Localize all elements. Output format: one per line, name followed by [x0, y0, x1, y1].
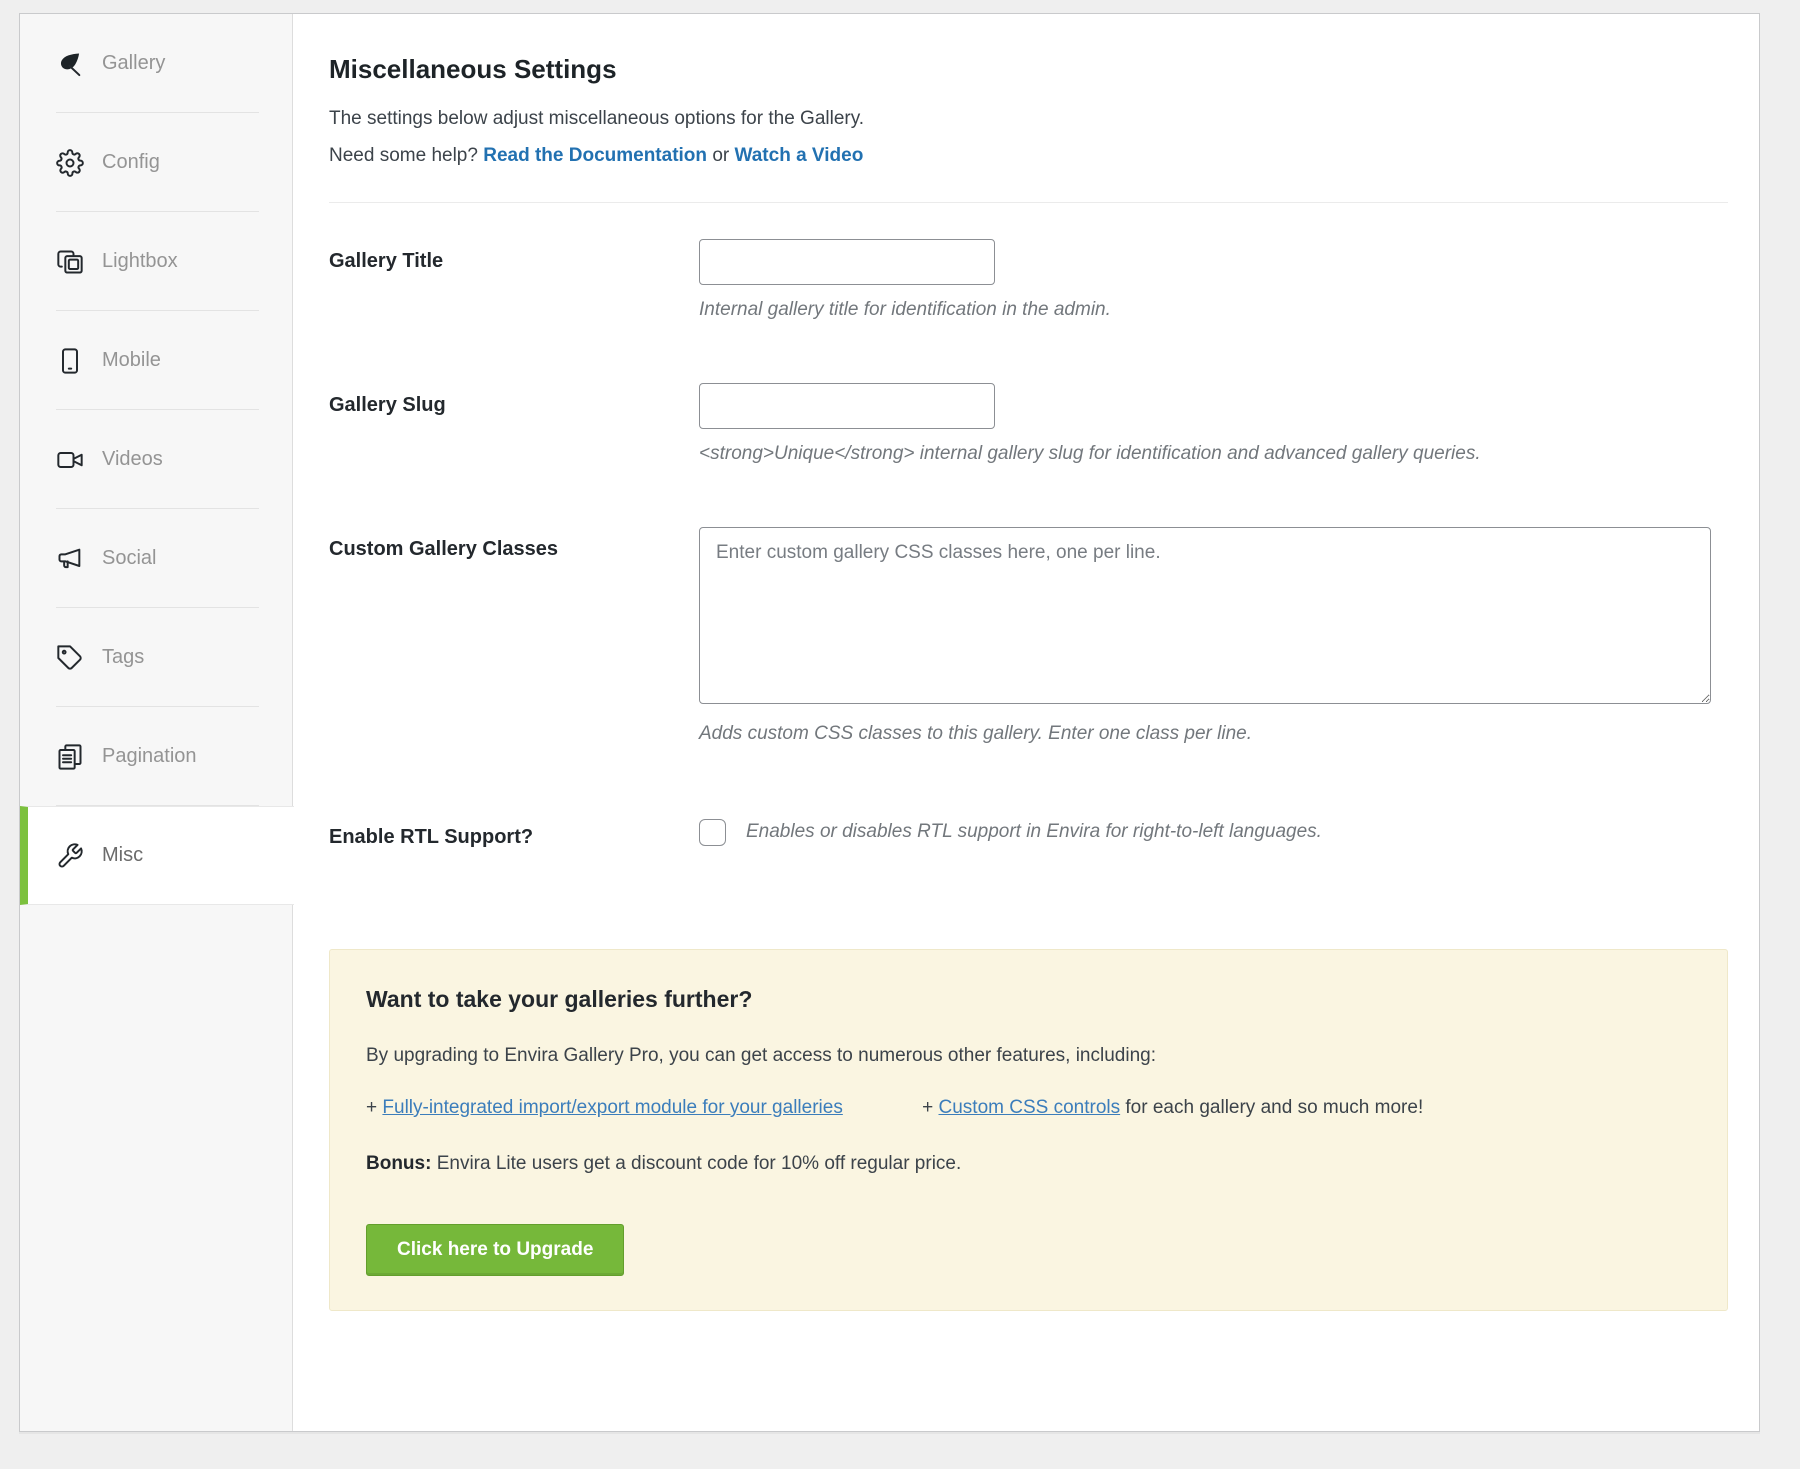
feature-import-export: + Fully-integrated import/export module … [366, 1097, 843, 1118]
sidebar-item-config[interactable]: Config [20, 113, 292, 212]
wrench-icon [56, 842, 84, 870]
leaf-icon [56, 50, 84, 78]
gallery-slug-label: Gallery Slug [329, 383, 699, 465]
video-icon [56, 446, 84, 474]
sidebar-item-label: Social [102, 547, 156, 570]
gallery-title-input[interactable] [699, 239, 995, 285]
read-documentation-link[interactable]: Read the Documentation [483, 145, 707, 166]
gallery-title-label: Gallery Title [329, 239, 699, 321]
sidebar-item-label: Tags [102, 646, 144, 669]
header-divider [329, 202, 1728, 203]
upgrade-intro: By upgrading to Envira Gallery Pro, you … [366, 1045, 1687, 1067]
custom-classes-label: Custom Gallery Classes [329, 527, 699, 745]
gallery-title-help: Internal gallery title for identificatio… [699, 299, 1728, 321]
lightbox-icon [56, 248, 84, 276]
sidebar-item-label: Gallery [102, 52, 165, 75]
watch-video-link[interactable]: Watch a Video [735, 145, 864, 166]
rtl-support-label: Enable RTL Support? [329, 815, 699, 849]
sidebar-item-pagination[interactable]: Pagination [20, 707, 292, 806]
bonus-text: Envira Lite users get a discount code fo… [437, 1153, 962, 1174]
rtl-support-row: Enable RTL Support? Enables or disables … [329, 815, 1760, 849]
mobile-icon [56, 347, 84, 375]
page-title: Miscellaneous Settings [329, 54, 1760, 85]
intro-description: The settings below adjust miscellaneous … [329, 105, 1760, 134]
gear-icon [56, 149, 84, 177]
upgrade-features-line: + Fully-integrated import/export module … [366, 1097, 1687, 1119]
help-prefix: Need some help? [329, 145, 478, 166]
sidebar-item-social[interactable]: Social [20, 509, 292, 608]
settings-sidebar: Gallery Config Lightbox [20, 14, 293, 1431]
custom-css-link[interactable]: Custom CSS controls [939, 1097, 1121, 1118]
custom-classes-help: Adds custom CSS classes to this gallery.… [699, 723, 1728, 745]
settings-window: Gallery Config Lightbox [19, 13, 1760, 1432]
upgrade-button[interactable]: Click here to Upgrade [366, 1224, 624, 1276]
gallery-slug-row: Gallery Slug <strong>Unique</strong> int… [329, 383, 1760, 465]
sidebar-item-lightbox[interactable]: Lightbox [20, 212, 292, 311]
sidebar-item-label: Pagination [102, 745, 197, 768]
sidebar-item-tags[interactable]: Tags [20, 608, 292, 707]
rtl-support-help: Enables or disables RTL support in Envir… [746, 821, 1322, 843]
intro-help-line: Need some help? Read the Documentation o… [329, 142, 1760, 171]
upgrade-bonus-line: Bonus: Envira Lite users get a discount … [366, 1153, 1687, 1175]
sidebar-item-label: Config [102, 151, 160, 174]
gallery-slug-help: <strong>Unique</strong> internal gallery… [699, 443, 1728, 465]
feature-custom-css-suffix: for each gallery and so much more! [1125, 1097, 1423, 1118]
feature-plus: + [922, 1097, 933, 1118]
feature-custom-css: + Custom CSS controls for each gallery a… [922, 1097, 1423, 1118]
gallery-title-row: Gallery Title Internal gallery title for… [329, 239, 1760, 321]
sidebar-item-label: Lightbox [102, 250, 178, 273]
sidebar-item-videos[interactable]: Videos [20, 410, 292, 509]
upgrade-promo-box: Want to take your galleries further? By … [329, 949, 1728, 1311]
bonus-label: Bonus: [366, 1153, 431, 1174]
rtl-support-checkbox[interactable] [699, 819, 726, 846]
import-export-link[interactable]: Fully-integrated import/export module fo… [382, 1097, 842, 1118]
gallery-slug-input[interactable] [699, 383, 995, 429]
sidebar-item-gallery[interactable]: Gallery [20, 14, 292, 113]
custom-classes-textarea[interactable] [699, 527, 1711, 704]
feature-plus: + [366, 1097, 377, 1118]
misc-settings-panel: Miscellaneous Settings The settings belo… [293, 14, 1760, 1431]
help-conjunction: or [712, 145, 729, 166]
sidebar-item-label: Misc [102, 844, 143, 867]
pagination-icon [56, 743, 84, 771]
tag-icon [56, 644, 84, 672]
sidebar-item-mobile[interactable]: Mobile [20, 311, 292, 410]
sidebar-item-misc[interactable]: Misc [20, 806, 294, 905]
sidebar-item-label: Videos [102, 448, 163, 471]
custom-classes-row: Custom Gallery Classes Adds custom CSS c… [329, 527, 1760, 745]
sidebar-item-label: Mobile [102, 349, 161, 372]
page-intro: The settings below adjust miscellaneous … [329, 105, 1760, 170]
upgrade-title: Want to take your galleries further? [366, 986, 1687, 1013]
megaphone-icon [56, 545, 84, 573]
